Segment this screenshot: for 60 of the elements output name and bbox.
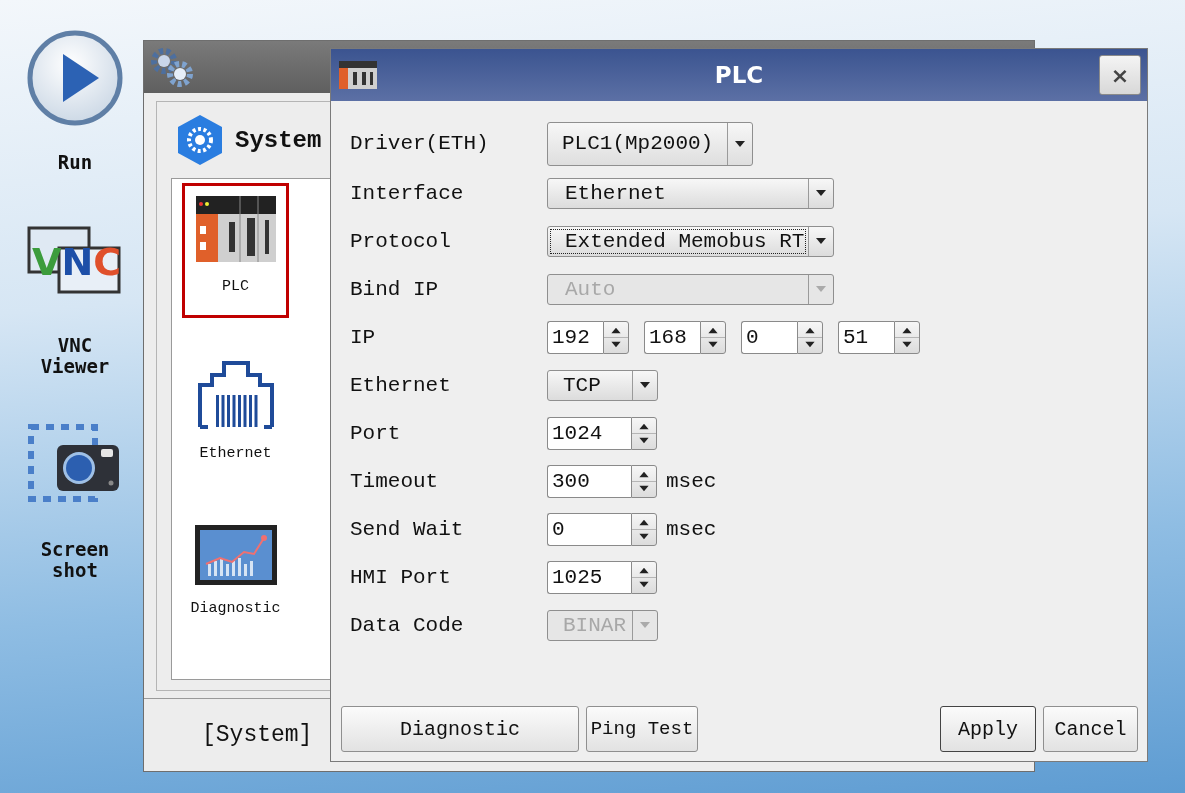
section-title: System xyxy=(235,126,322,154)
close-button[interactable]: × xyxy=(1099,55,1141,95)
shortcut-label: Screen shot xyxy=(40,539,110,581)
dropdown[interactable]: TCP xyxy=(547,369,658,401)
ip-octet-field[interactable]: 168 xyxy=(644,320,700,354)
dropdown[interactable]: Extended Memobus RT xyxy=(547,225,834,257)
field-label: Bind IP xyxy=(350,277,440,301)
menu-tile[interactable]: PLC xyxy=(182,183,289,318)
caret-icon xyxy=(816,286,826,292)
caret-icon xyxy=(816,190,826,196)
gears-icon xyxy=(150,47,194,87)
settings-icon xyxy=(177,114,223,166)
field-label: Ethernet xyxy=(350,373,452,397)
dropdown[interactable]: Ethernet xyxy=(547,177,834,209)
number-field[interactable]: 1024 xyxy=(547,416,631,450)
dialog-button[interactable]: Apply xyxy=(940,706,1036,752)
field-label: Port xyxy=(350,421,402,445)
spin-buttons-icon[interactable] xyxy=(631,560,657,594)
plc-device-icon xyxy=(339,61,377,89)
spin-buttons-icon[interactable] xyxy=(631,464,657,498)
number-field[interactable]: 0 xyxy=(547,512,631,546)
dialog-button[interactable]: Cancel xyxy=(1043,706,1138,752)
ip-octet-field[interactable]: 192 xyxy=(547,320,603,354)
menu-tile[interactable]: Ethernet xyxy=(182,348,289,483)
spin-buttons-icon[interactable] xyxy=(894,320,920,354)
plc-device-icon xyxy=(194,194,277,264)
spin-buttons-icon[interactable] xyxy=(700,320,726,354)
spin-buttons-icon[interactable] xyxy=(631,416,657,450)
caret-icon xyxy=(816,238,826,244)
driver-dropdown[interactable]: PLC1(Mp2000) xyxy=(547,121,754,166)
spin-buttons-icon[interactable] xyxy=(603,320,629,354)
field-label: Send Wait xyxy=(350,517,465,541)
caret-icon xyxy=(640,382,650,388)
spin-buttons-icon[interactable] xyxy=(797,320,823,354)
caret-icon xyxy=(735,140,746,147)
chart-monitor-icon xyxy=(193,524,278,586)
field-label: IP xyxy=(350,325,377,349)
shortcut-label: Run xyxy=(57,152,93,173)
field-label: Driver(ETH) xyxy=(350,132,490,155)
dialog-title: PLC xyxy=(714,62,764,88)
shortcut-label: VNC Viewer xyxy=(40,335,110,377)
dialog-button[interactable]: Diagnostic xyxy=(341,706,579,752)
ip-octet-field[interactable]: 51 xyxy=(838,320,894,354)
ethernet-port-icon xyxy=(195,359,276,431)
ip-octet-field[interactable]: 0 xyxy=(741,320,797,354)
field-label: Interface xyxy=(350,181,465,205)
caret-icon xyxy=(640,622,650,628)
number-field[interactable]: 1025 xyxy=(547,560,631,594)
unit-label: msec xyxy=(666,517,717,541)
play-icon[interactable] xyxy=(27,30,123,126)
field-label: Data Code xyxy=(350,613,465,637)
field-label: Timeout xyxy=(350,469,440,493)
spin-buttons-icon[interactable] xyxy=(631,512,657,546)
number-field[interactable]: 300 xyxy=(547,464,631,498)
menu-tile[interactable]: Diagnostic xyxy=(182,513,289,648)
footer-label: [System] xyxy=(202,722,313,748)
field-label: HMI Port xyxy=(350,565,452,589)
field-label: Protocol xyxy=(350,229,452,253)
unit-label: msec xyxy=(666,469,717,493)
dialog-button[interactable]: Ping Test xyxy=(586,706,698,752)
